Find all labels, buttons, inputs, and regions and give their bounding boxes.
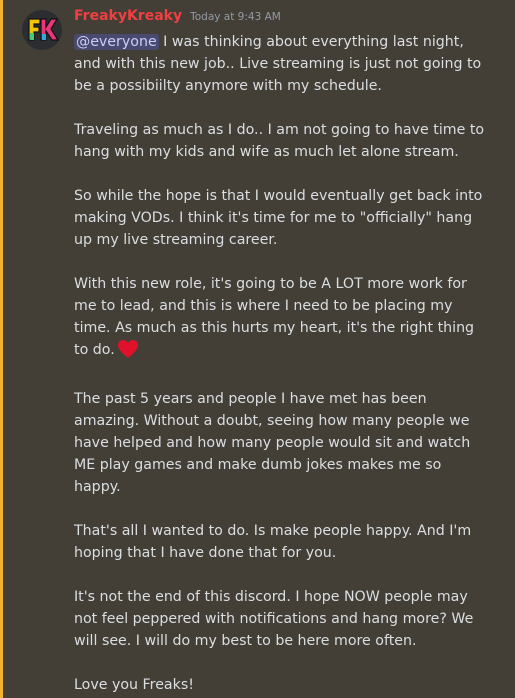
paragraph: So while the hope is that I would eventu… xyxy=(74,188,483,248)
timestamp[interactable]: Today at 9:43 AM xyxy=(190,11,281,23)
message-header: FreakyKreaky Today at 9:43 AM xyxy=(74,8,491,29)
paragraph: @everyone I was thinking about everythin… xyxy=(74,31,491,97)
paragraph: That's all I wanted to do. Is make peopl… xyxy=(74,523,472,561)
message-content: FreakyKreaky Today at 9:43 AM @everyone … xyxy=(74,8,491,696)
paragraph: It's not the end of this discord. I hope… xyxy=(74,589,474,649)
message-body: @everyone I was thinking about everythin… xyxy=(74,31,491,696)
paragraph: Traveling as much as I do.. I am not goi… xyxy=(74,122,485,160)
paragraph: With this new role, it's going to be A L… xyxy=(74,273,491,366)
everyone-mention[interactable]: @everyone xyxy=(74,34,159,50)
message-highlighted: FreakyKreaky Today at 9:43 AM @everyone … xyxy=(0,0,515,698)
paragraph: Love you Freaks! xyxy=(74,677,194,693)
username[interactable]: FreakyKreaky xyxy=(74,8,182,24)
paragraph: The past 5 years and people I have met h… xyxy=(74,391,471,495)
red-heart-icon[interactable] xyxy=(117,339,139,366)
avatar-logo-icon xyxy=(22,10,62,50)
avatar[interactable] xyxy=(22,10,62,50)
